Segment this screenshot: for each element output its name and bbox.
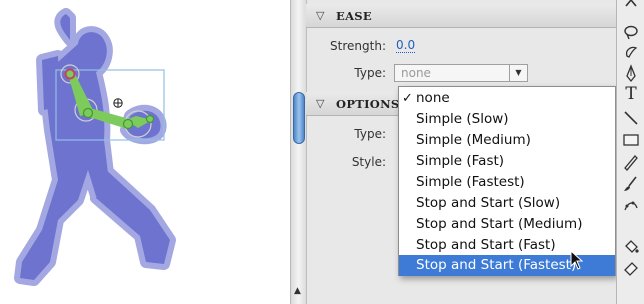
rectangle-icon[interactable] xyxy=(621,130,641,150)
ease-type-selected-value: none xyxy=(401,66,431,80)
strength-label: Strength: xyxy=(330,39,386,53)
ease-type-dropdown-menu[interactable]: ✓ none Simple (Slow) Simple (Medium) Sim… xyxy=(398,86,616,276)
checkmark-icon: ✓ xyxy=(402,91,413,106)
menu-item-simple-fastest[interactable]: Simple (Fastest) xyxy=(399,172,615,193)
disclosure-triangle-icon[interactable]: ▽ xyxy=(316,9,324,22)
ease-section-title: EASE xyxy=(336,9,372,23)
brush-icon[interactable] xyxy=(621,174,641,194)
ease-type-select[interactable]: none ▼ xyxy=(394,64,528,82)
options-type-label: Type: xyxy=(354,127,386,141)
astronaut-figure xyxy=(14,8,176,286)
pen-icon[interactable] xyxy=(621,64,641,84)
lasso-icon[interactable] xyxy=(621,22,641,42)
line-icon[interactable] xyxy=(621,108,641,128)
eraser-icon[interactable] xyxy=(621,258,641,278)
chevron-down-icon[interactable]: ▼ xyxy=(509,65,527,81)
transform-point-icon[interactable] xyxy=(113,98,123,108)
ease-type-label: Type: xyxy=(354,66,386,80)
deco-icon[interactable] xyxy=(621,196,641,216)
scroll-up-arrow-icon[interactable]: ▲ xyxy=(294,286,301,296)
disclosure-triangle-icon[interactable]: ▽ xyxy=(316,97,324,110)
menu-item-stop-start-slow[interactable]: Stop and Start (Slow) xyxy=(399,193,615,214)
menu-item-stop-start-medium[interactable]: Stop and Start (Medium) xyxy=(399,214,615,235)
menu-item-simple-medium[interactable]: Simple (Medium) xyxy=(399,130,615,151)
panel-scrollbar[interactable]: ▲ xyxy=(291,0,307,304)
options-style-label: Style: xyxy=(351,155,386,169)
scrollbar-thumb[interactable] xyxy=(293,92,305,144)
text-icon[interactable]: T xyxy=(621,84,641,104)
scroll-up-icon[interactable] xyxy=(621,0,641,12)
menu-item-simple-fast[interactable]: Simple (Fast) xyxy=(399,151,615,172)
menu-item-none[interactable]: ✓ none xyxy=(399,88,615,109)
strength-value[interactable]: 0.0 xyxy=(396,38,416,53)
options-section-title: OPTIONS xyxy=(336,97,400,111)
ease-section-header[interactable]: ▽ EASE xyxy=(306,4,616,28)
menu-item-simple-slow[interactable]: Simple (Slow) xyxy=(399,109,615,130)
pencil-icon[interactable] xyxy=(621,152,641,172)
mouse-pointer-icon xyxy=(570,250,584,270)
stage-canvas[interactable] xyxy=(0,0,290,304)
paint-bucket-icon[interactable] xyxy=(621,236,641,256)
subselect-icon[interactable] xyxy=(621,42,641,62)
tools-panel: T xyxy=(616,0,644,304)
